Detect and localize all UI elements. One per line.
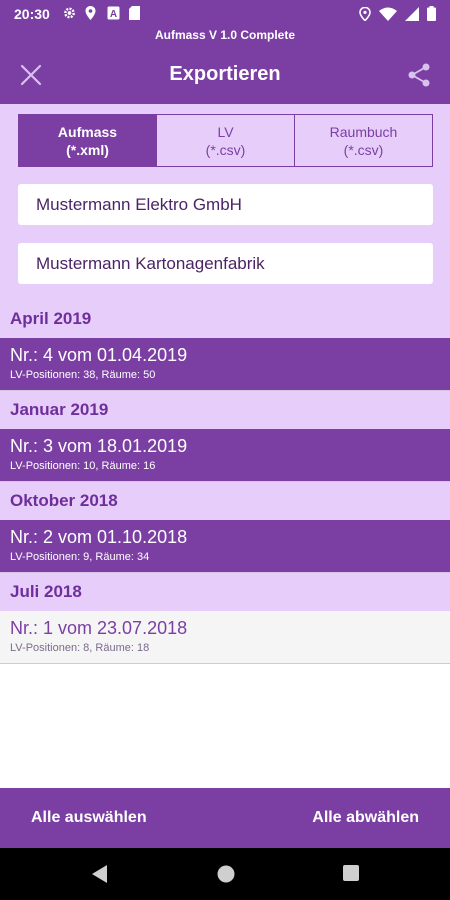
home-icon[interactable] — [216, 864, 236, 889]
gear-icon — [63, 6, 76, 20]
company-field[interactable]: Mustermann Elektro GmbH — [18, 184, 433, 225]
page-title: Exportieren — [169, 63, 281, 85]
measurement-list: April 2019 Nr.: 4 vom 01.04.2019 LV-Posi… — [0, 300, 450, 664]
format-tab-raumbuch[interactable]: Raumbuch (*.csv) — [295, 115, 432, 166]
back-icon[interactable] — [90, 864, 108, 889]
format-tab-extension: (*.csv) — [205, 141, 246, 158]
location-icon — [359, 6, 371, 26]
status-right-icons — [359, 6, 436, 26]
list-item-title: Nr.: 2 vom 01.10.2018 — [10, 527, 188, 547]
client-field[interactable]: Mustermann Kartonagenfabrik — [18, 243, 433, 284]
format-tab-label: Aufmass — [57, 123, 118, 140]
svg-text:A: A — [110, 9, 117, 20]
list-item-details: LV-Positionen: 38, Räume: 50 — [10, 369, 156, 381]
status-bar: 20:30 A — [0, 0, 450, 28]
month-header: April 2019 — [0, 300, 450, 338]
format-tab-lv[interactable]: LV (*.csv) — [157, 115, 295, 166]
list-item-title: Nr.: 1 vom 23.07.2018 — [10, 618, 188, 638]
format-tab-label: LV — [217, 123, 234, 140]
month-header: Juli 2018 — [0, 573, 450, 611]
list-item-details: LV-Positionen: 8, Räume: 18 — [10, 642, 150, 654]
list-item-title: Nr.: 3 vom 18.01.2019 — [10, 436, 188, 456]
wifi-icon — [379, 7, 397, 26]
status-time: 20:30 — [14, 6, 50, 22]
export-options: Aufmass (*.xml) LV (*.csv) Raumbuch (*.c… — [0, 104, 450, 300]
client-field-value: Mustermann Kartonagenfabrik — [36, 253, 265, 273]
status-left-icons: A — [63, 6, 142, 20]
battery-icon — [427, 6, 436, 26]
recents-icon[interactable] — [342, 864, 360, 887]
main-content: Aufmass (*.xml) LV (*.csv) Raumbuch (*.c… — [0, 104, 450, 788]
list-item-details: LV-Positionen: 9, Räume: 34 — [10, 551, 150, 563]
cellular-signal-icon — [405, 6, 419, 26]
list-item[interactable]: Nr.: 2 vom 01.10.2018 LV-Positionen: 9, … — [0, 520, 450, 573]
font-app-icon: A — [107, 6, 120, 20]
format-tab-extension: (*.csv) — [343, 141, 384, 158]
month-header: Januar 2019 — [0, 391, 450, 429]
list-item-title: Nr.: 4 vom 01.04.2019 — [10, 345, 188, 365]
bottom-action-bar: Alle auswählen Alle abwählen — [0, 788, 450, 848]
format-tab-label: Raumbuch — [329, 123, 398, 140]
company-field-value: Mustermann Elektro GmbH — [36, 194, 242, 214]
format-tab-aufmass[interactable]: Aufmass (*.xml) — [19, 115, 157, 166]
deselect-all-button[interactable]: Alle abwählen — [312, 809, 419, 827]
list-item[interactable]: Nr.: 4 vom 01.04.2019 LV-Positionen: 38,… — [0, 338, 450, 391]
navigation-bar — [0, 848, 450, 900]
month-header: Oktober 2018 — [0, 482, 450, 520]
list-item-details: LV-Positionen: 10, Räume: 16 — [10, 460, 156, 472]
app-subtitle: Aufmass V 1.0 Complete — [0, 28, 450, 46]
location-pin-icon — [85, 6, 98, 20]
sd-card-icon — [129, 6, 142, 20]
list-item[interactable]: Nr.: 1 vom 23.07.2018 LV-Positionen: 8, … — [0, 611, 450, 664]
share-icon[interactable] — [406, 62, 432, 88]
format-tab-extension: (*.xml) — [66, 141, 109, 158]
list-item[interactable]: Nr.: 3 vom 18.01.2019 LV-Positionen: 10,… — [0, 429, 450, 482]
select-all-button[interactable]: Alle auswählen — [31, 809, 147, 827]
toolbar: Exportieren — [0, 46, 450, 104]
format-selector: Aufmass (*.xml) LV (*.csv) Raumbuch (*.c… — [18, 114, 433, 167]
